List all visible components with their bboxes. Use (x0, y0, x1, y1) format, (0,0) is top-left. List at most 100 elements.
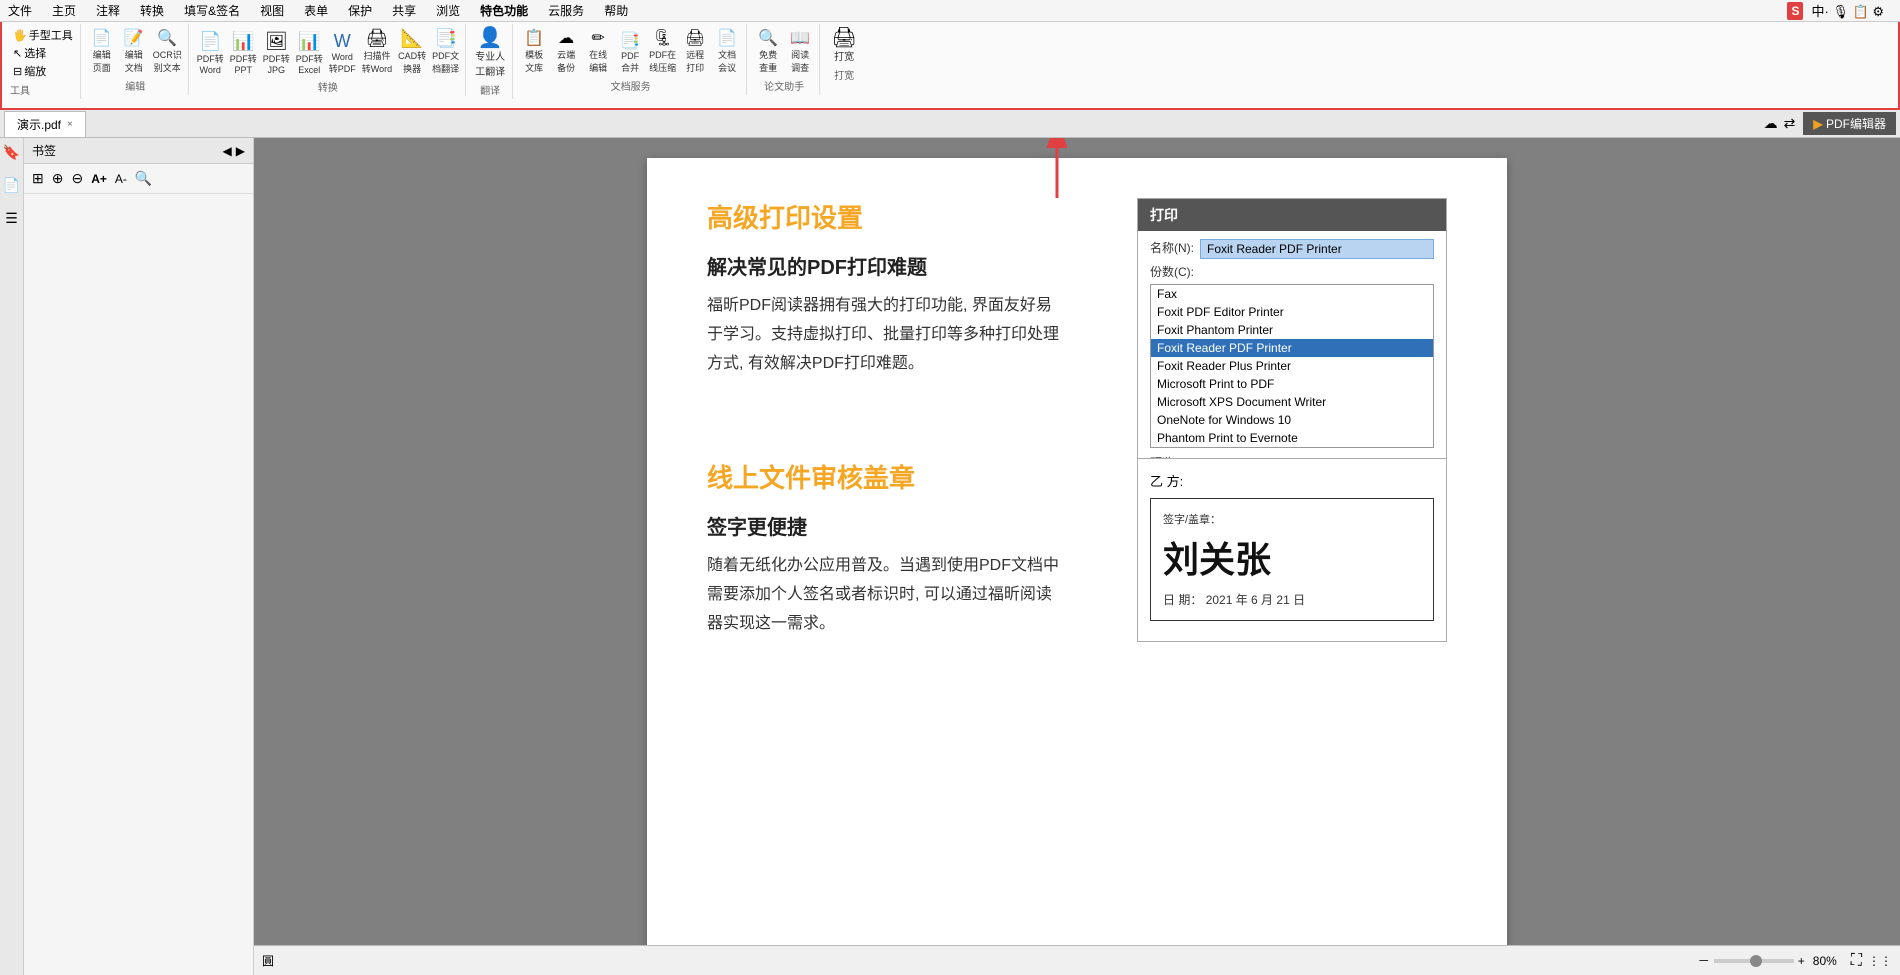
sidebar-collapse-icon[interactable]: ▶ (236, 144, 245, 158)
menu-fill-sign[interactable]: 填写&签名 (180, 0, 244, 21)
select-tool-btn[interactable]: ↖ 选择 (10, 44, 76, 62)
pdf-to-word-btn[interactable]: 📄 PDF转Word (195, 29, 226, 77)
menu-annotation[interactable]: 注释 (92, 0, 124, 21)
pdf-to-jpg-btn[interactable]: 🖼 PDF转JPG (261, 29, 292, 77)
pdf-merge-label: PDF合并 (621, 51, 639, 74)
translate-group: 👤 专业人工翻译 翻译 (468, 24, 513, 99)
edit-page-btn[interactable]: 📄 编辑页面 (87, 26, 117, 76)
pdf-compress-btn[interactable]: 🗜 PDF在线压缩 (647, 26, 678, 76)
word-to-pdf-btn[interactable]: W Word转PDF (327, 29, 358, 77)
printer-item-ms-xps[interactable]: Microsoft XPS Document Writer (1151, 393, 1433, 411)
tab-close-btn[interactable]: × (67, 119, 73, 130)
hand-tool-btn[interactable]: 🖐 手型工具 (10, 26, 76, 44)
pdf-compress-icon: 🗜 (653, 28, 673, 48)
printer-item-foxit-phantom[interactable]: Foxit Phantom Printer (1151, 321, 1433, 339)
free-check-btn[interactable]: 🔍 免费查重 (753, 26, 783, 76)
menu-form[interactable]: 表单 (300, 0, 332, 21)
pdf-translate-label: PDF文档翻译 (432, 49, 459, 75)
printer-item-ms-pdf[interactable]: Microsoft Print to PDF (1151, 375, 1433, 393)
template-btn[interactable]: 📋 模板文库 (519, 26, 549, 76)
menu-help[interactable]: 帮助 (600, 0, 632, 21)
sig-panel-body: 乙 方: 签字/盖章： 刘关张 日 期： 2021 年 6 月 21 日 (1138, 459, 1446, 641)
tool-group: 🖐 手型工具 ↖ 选择 ⊟ 缩放 工具 (6, 24, 81, 99)
menu-home[interactable]: 主页 (48, 0, 80, 21)
translate-group-label: 翻译 (480, 82, 500, 97)
left-icon-3[interactable]: ☰ (3, 208, 20, 229)
cad-label: CAD转换器 (398, 49, 426, 75)
doc-service-group: 📋 模板文库 ☁ 云端备份 ✏ 在线编辑 📑 PDF合并 🗜 PDF在 (515, 24, 747, 95)
pdf-jpg-label: PDF转JPG (263, 52, 290, 75)
print-group: 🖨 打宽 打宽 (822, 24, 866, 84)
section-print: 高级打印设置 解决常见的PDF打印难题 福昕PDF阅读器拥有强大的打印功能, 界… (707, 198, 1447, 398)
doc-meeting-btn[interactable]: 📄 文档会议 (712, 26, 742, 76)
menu-file[interactable]: 文件 (4, 0, 36, 21)
pdf-ppt-label: PDF转PPT (230, 52, 257, 75)
pdf-tab[interactable]: 演示.pdf × (4, 111, 86, 137)
sidebar-icon-add[interactable]: ⊕ (50, 168, 66, 189)
layout-btn[interactable]: ⋮⋮ (1868, 954, 1892, 968)
translate-buttons: 👤 专业人工翻译 (472, 26, 508, 80)
edit-doc-btn[interactable]: 📝 编辑文档 (119, 26, 149, 76)
sidebar-icon-grid[interactable]: ⊞ (30, 168, 46, 189)
sidebar-icon-decrease[interactable]: A- (113, 170, 129, 188)
zoom-slider-thumb[interactable] (1750, 955, 1762, 967)
remote-print-btn[interactable]: 🖨 远程打印 (680, 26, 710, 76)
sidebar-expand-icon[interactable]: ◀ (223, 144, 232, 158)
pdf-merge-icon: 📑 (620, 31, 640, 51)
pdf-excel-icon: 📊 (298, 31, 320, 52)
cloud-backup-label: 云端备份 (557, 48, 575, 74)
pdf-editor-button[interactable]: ▶ PDF编辑器 (1803, 112, 1896, 135)
shrink-tool-btn[interactable]: ⊟ 缩放 (10, 62, 76, 80)
sig-name-value: 刘关张 (1163, 531, 1421, 583)
menu-cloud[interactable]: 云服务 (544, 0, 588, 21)
pdf-translate-btn[interactable]: 📑 PDF文档翻译 (430, 26, 461, 77)
pdf-to-ppt-btn[interactable]: 📊 PDF转PPT (228, 29, 259, 77)
scan-to-word-btn[interactable]: 🖨 扫描件转Word (360, 26, 394, 77)
read-survey-btn[interactable]: 📖 阅读调查 (785, 26, 815, 76)
word-pdf-label: Word转PDF (329, 52, 356, 75)
pdf-to-excel-btn[interactable]: 📊 PDF转Excel (294, 29, 325, 77)
tab-bar: 演示.pdf × ☁ ⇄ ▶ PDF编辑器 (0, 110, 1900, 138)
shrink-icon: ⊟ (13, 65, 22, 78)
select-icon: ↖ (13, 47, 22, 60)
printer-item-fax[interactable]: Fax (1151, 285, 1433, 303)
zoom-minus-btn[interactable]: － (1698, 952, 1710, 969)
printer-item-foxit-reader[interactable]: Foxit Reader PDF Printer (1151, 339, 1433, 357)
pro-translate-btn[interactable]: 👤 专业人工翻译 (472, 26, 508, 80)
sidebar-icon-search[interactable]: 🔍 (133, 168, 154, 189)
printer-item-foxit-editor[interactable]: Foxit PDF Editor Printer (1151, 303, 1433, 321)
pro-translate-icon: 👤 (478, 28, 503, 48)
sidebar-icon-increase[interactable]: A+ (89, 170, 109, 188)
printer-item-foxit-plus[interactable]: Foxit Reader Plus Printer (1151, 357, 1433, 375)
menu-share[interactable]: 共享 (388, 0, 420, 21)
menu-browse[interactable]: 浏览 (432, 0, 464, 21)
edit-buttons: 📄 编辑页面 📝 编辑文档 🔍 OCR识别文本 (87, 26, 184, 76)
fullscreen-btn[interactable]: ⛶ (1851, 952, 1862, 970)
remote-print-label: 远程打印 (686, 48, 704, 74)
sidebar-header: 书签 ◀ ▶ (24, 138, 253, 164)
page-area[interactable]: 高级打印设置 解决常见的PDF打印难题 福昕PDF阅读器拥有强大的打印功能, 界… (254, 138, 1900, 975)
ocr-btn[interactable]: 🔍 OCR识别文本 (151, 26, 184, 76)
zoom-plus-btn[interactable]: + (1798, 954, 1805, 968)
ribbon: 🖐 手型工具 ↖ 选择 ⊟ 缩放 工具 📄 编辑页面 📝 (0, 22, 1900, 110)
menu-convert[interactable]: 转换 (136, 0, 168, 21)
printer-item-onenote[interactable]: OneNote for Windows 10 (1151, 411, 1433, 429)
print-name-input[interactable]: Foxit Reader PDF Printer (1200, 239, 1434, 259)
cloud-backup-btn[interactable]: ☁ 云端备份 (551, 26, 581, 76)
print-btn[interactable]: 🖨 打宽 (826, 26, 862, 65)
pdf-compress-label: PDF在线压缩 (649, 48, 676, 74)
cad-btn[interactable]: 📐 CAD转换器 (396, 26, 428, 77)
doc-meeting-icon: 📄 (717, 28, 737, 48)
zoom-slider[interactable] (1714, 959, 1794, 963)
online-edit-btn[interactable]: ✏ 在线编辑 (583, 26, 613, 76)
menu-protect[interactable]: 保护 (344, 0, 376, 21)
print-copies-label: 份数(C): (1150, 263, 1200, 280)
sidebar-icon-remove[interactable]: ⊖ (69, 168, 85, 189)
status-text: 圓 (262, 952, 274, 969)
left-icon-1[interactable]: 🔖 (1, 142, 22, 163)
pdf-merge-btn[interactable]: 📑 PDF合并 (615, 29, 645, 76)
menu-view[interactable]: 视图 (256, 0, 288, 21)
left-icon-2[interactable]: 📄 (1, 175, 22, 196)
menu-special[interactable]: 特色功能 (476, 0, 532, 21)
printer-item-phantom-evernote[interactable]: Phantom Print to Evernote (1151, 429, 1433, 447)
